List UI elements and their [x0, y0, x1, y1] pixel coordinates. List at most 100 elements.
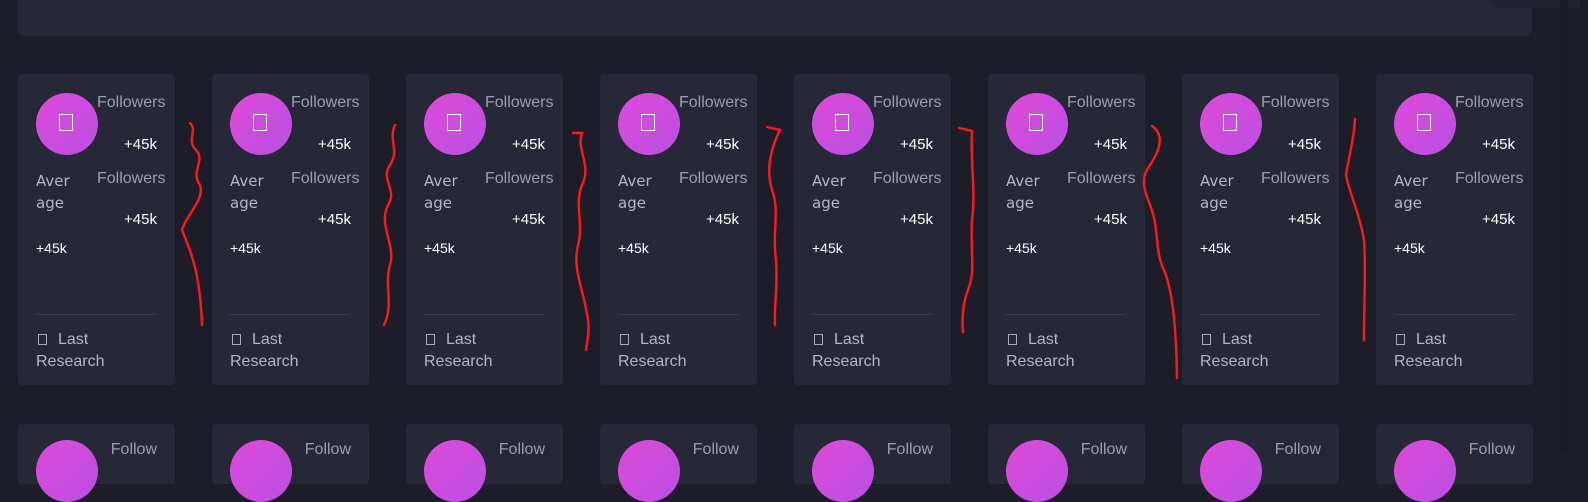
followers-label: Followers [1261, 94, 1330, 111]
card-divider [1394, 314, 1514, 315]
followers-label: Follow [304, 441, 351, 458]
card-divider [812, 314, 932, 315]
user-icon [1417, 114, 1431, 131]
average-label: Average [1200, 172, 1234, 212]
followers-value: +45k [124, 211, 157, 228]
influencer-card[interactable]: Follow [18, 424, 175, 502]
last-research-label[interactable]: Last Research [36, 329, 156, 373]
followers-label: Followers [1067, 170, 1136, 187]
followers-value: +45k [124, 136, 157, 153]
influencer-card[interactable]: Follow [1182, 424, 1339, 502]
followers-label: Followers [485, 94, 554, 111]
followers-label: Followers [1455, 170, 1524, 187]
influencer-card[interactable]: Followers +45k Followers +45k Average +4… [794, 74, 951, 385]
annotation-stroke [765, 125, 782, 327]
average-label: Average [812, 172, 846, 212]
avatar[interactable] [618, 440, 680, 502]
influencer-card[interactable]: Followers +45k Followers +45k Average +4… [212, 74, 369, 385]
avatar[interactable] [812, 440, 874, 502]
followers-label: Followers [291, 170, 360, 187]
user-icon [59, 114, 73, 131]
influencer-card[interactable]: Followers +45k Followers +45k Average +4… [18, 74, 175, 385]
influencer-card[interactable]: Follow [212, 424, 369, 502]
followers-label: Followers [1067, 94, 1136, 111]
followers-value: +45k [706, 211, 739, 228]
followers-value: +45k [706, 136, 739, 153]
average-value: +45k [812, 240, 843, 256]
followers-value: +45k [1094, 136, 1127, 153]
avatar[interactable] [1200, 93, 1262, 155]
user-icon [253, 114, 267, 131]
avatar[interactable] [1394, 93, 1456, 155]
avatar[interactable] [424, 440, 486, 502]
card-divider [230, 314, 350, 315]
average-value: +45k [424, 240, 455, 256]
card-divider [36, 314, 156, 315]
followers-value: +45k [1288, 136, 1321, 153]
avatar[interactable] [424, 93, 486, 155]
top-panel [18, 0, 1532, 36]
influencer-card[interactable]: Followers +45k Followers +45k Average +4… [600, 74, 757, 385]
influencer-card[interactable]: Followers +45k Followers +45k Average +4… [1376, 74, 1533, 385]
influencer-card[interactable]: Follow [600, 424, 757, 502]
avatar[interactable] [36, 93, 98, 155]
average-label: Average [424, 172, 458, 212]
annotation-stroke [1142, 124, 1179, 380]
last-research-label[interactable]: Last Research [230, 329, 350, 373]
last-research-label[interactable]: Last Research [1394, 329, 1514, 373]
influencer-card[interactable]: Followers +45k Followers +45k Average +4… [988, 74, 1145, 385]
card-divider [1200, 314, 1320, 315]
average-label: Average [36, 172, 70, 212]
avatar[interactable] [1006, 93, 1068, 155]
followers-label: Follow [1468, 441, 1515, 458]
last-research-label[interactable]: Last Research [812, 329, 932, 373]
followers-value: +45k [1094, 211, 1127, 228]
last-research-label[interactable]: Last Research [618, 329, 738, 373]
card-divider [424, 314, 544, 315]
avatar[interactable] [1006, 440, 1068, 502]
followers-value: +45k [1482, 211, 1515, 228]
avatar[interactable] [1394, 440, 1456, 502]
avatar[interactable] [1200, 440, 1262, 502]
influencer-card[interactable]: Followers +45k Followers +45k Average +4… [406, 74, 563, 385]
followers-label: Followers [485, 170, 554, 187]
followers-label: Follow [498, 441, 545, 458]
followers-label: Followers [97, 94, 166, 111]
followers-label: Followers [873, 170, 942, 187]
followers-label: Followers [1455, 94, 1524, 111]
followers-label: Followers [679, 170, 748, 187]
followers-value: +45k [512, 211, 545, 228]
followers-label: Followers [873, 94, 942, 111]
average-value: +45k [36, 240, 67, 256]
followers-value: +45k [1288, 211, 1321, 228]
scrollbar-track[interactable] [1560, 0, 1568, 453]
influencer-card[interactable]: Follow [1376, 424, 1533, 502]
avatar[interactable] [230, 93, 292, 155]
last-research-label[interactable]: Last Research [1006, 329, 1126, 373]
influencer-card[interactable]: Follow [988, 424, 1145, 502]
avatar[interactable] [36, 440, 98, 502]
followers-value: +45k [1482, 136, 1515, 153]
avatar[interactable] [618, 93, 680, 155]
user-icon [1029, 114, 1043, 131]
card-divider [618, 314, 738, 315]
avatar[interactable] [812, 93, 874, 155]
followers-label: Followers [291, 94, 360, 111]
card-divider [1006, 314, 1126, 315]
followers-label: Follow [886, 441, 933, 458]
last-research-label[interactable]: Last Research [424, 329, 544, 373]
influencer-card[interactable]: Follow [794, 424, 951, 502]
last-research-label[interactable]: Last Research [1200, 329, 1320, 373]
average-label: Average [618, 172, 652, 212]
user-icon [835, 114, 849, 131]
followers-label: Follow [1080, 441, 1127, 458]
influencer-card[interactable]: Followers +45k Followers +45k Average +4… [1182, 74, 1339, 385]
annotation-stroke [180, 121, 204, 327]
average-label: Average [1394, 172, 1428, 212]
average-label: Average [1006, 172, 1040, 212]
followers-label: Followers [679, 94, 748, 111]
followers-value: +45k [318, 211, 351, 228]
avatar[interactable] [230, 440, 292, 502]
followers-value: +45k [318, 136, 351, 153]
influencer-card[interactable]: Follow [406, 424, 563, 502]
